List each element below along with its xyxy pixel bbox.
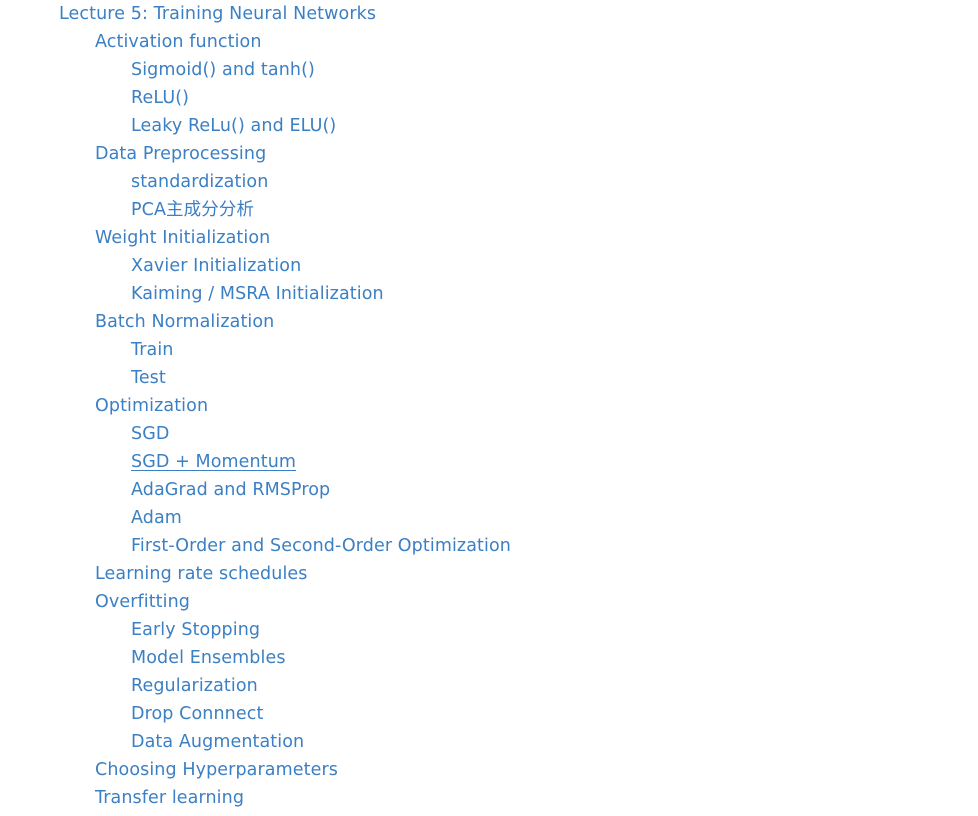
- toc-link-activation-function[interactable]: Activation function: [95, 28, 262, 56]
- toc-link-standardization[interactable]: standardization: [131, 168, 268, 196]
- toc-link-batch-normalization[interactable]: Batch Normalization: [95, 308, 274, 336]
- toc-link-sigmoid-tanh[interactable]: Sigmoid() and tanh(): [131, 56, 315, 84]
- toc-link-pca[interactable]: PCA主成分分析: [131, 196, 254, 224]
- toc-link-regularization[interactable]: Regularization: [131, 672, 258, 700]
- toc-link-xavier-initialization[interactable]: Xavier Initialization: [131, 252, 301, 280]
- toc-link-train[interactable]: Train: [131, 336, 174, 364]
- toc-link-leaky-relu-elu[interactable]: Leaky ReLu() and ELU(): [131, 112, 336, 140]
- toc-link-first-second-order-optimization[interactable]: First-Order and Second-Order Optimizatio…: [131, 532, 511, 560]
- toc-link-adagrad-rmsprop[interactable]: AdaGrad and RMSProp: [131, 476, 330, 504]
- toc-link-transfer-learning[interactable]: Transfer learning: [95, 784, 244, 812]
- toc-link-weight-initialization[interactable]: Weight Initialization: [95, 224, 270, 252]
- toc-link-sgd-momentum[interactable]: SGD + Momentum: [131, 448, 296, 476]
- toc-link-kaiming-msra-initialization[interactable]: Kaiming / MSRA Initialization: [131, 280, 384, 308]
- toc-link-adam[interactable]: Adam: [131, 504, 182, 532]
- toc-link-lecture-5[interactable]: Lecture 5: Training Neural Networks: [59, 0, 376, 28]
- toc-link-drop-connnect[interactable]: Drop Connnect: [131, 700, 263, 728]
- toc-link-choosing-hyperparameters[interactable]: Choosing Hyperparameters: [95, 756, 338, 784]
- toc-link-early-stopping[interactable]: Early Stopping: [131, 616, 260, 644]
- toc-link-data-augmentation[interactable]: Data Augmentation: [131, 728, 304, 756]
- toc-link-relu[interactable]: ReLU(): [131, 84, 189, 112]
- toc-link-overfitting[interactable]: Overfitting: [95, 588, 190, 616]
- toc-link-model-ensembles[interactable]: Model Ensembles: [131, 644, 286, 672]
- toc-link-sgd[interactable]: SGD: [131, 420, 169, 448]
- toc-link-optimization[interactable]: Optimization: [95, 392, 208, 420]
- toc-link-data-preprocessing[interactable]: Data Preprocessing: [95, 140, 266, 168]
- toc-link-test[interactable]: Test: [131, 364, 166, 392]
- toc-link-learning-rate-schedules[interactable]: Learning rate schedules: [95, 560, 308, 588]
